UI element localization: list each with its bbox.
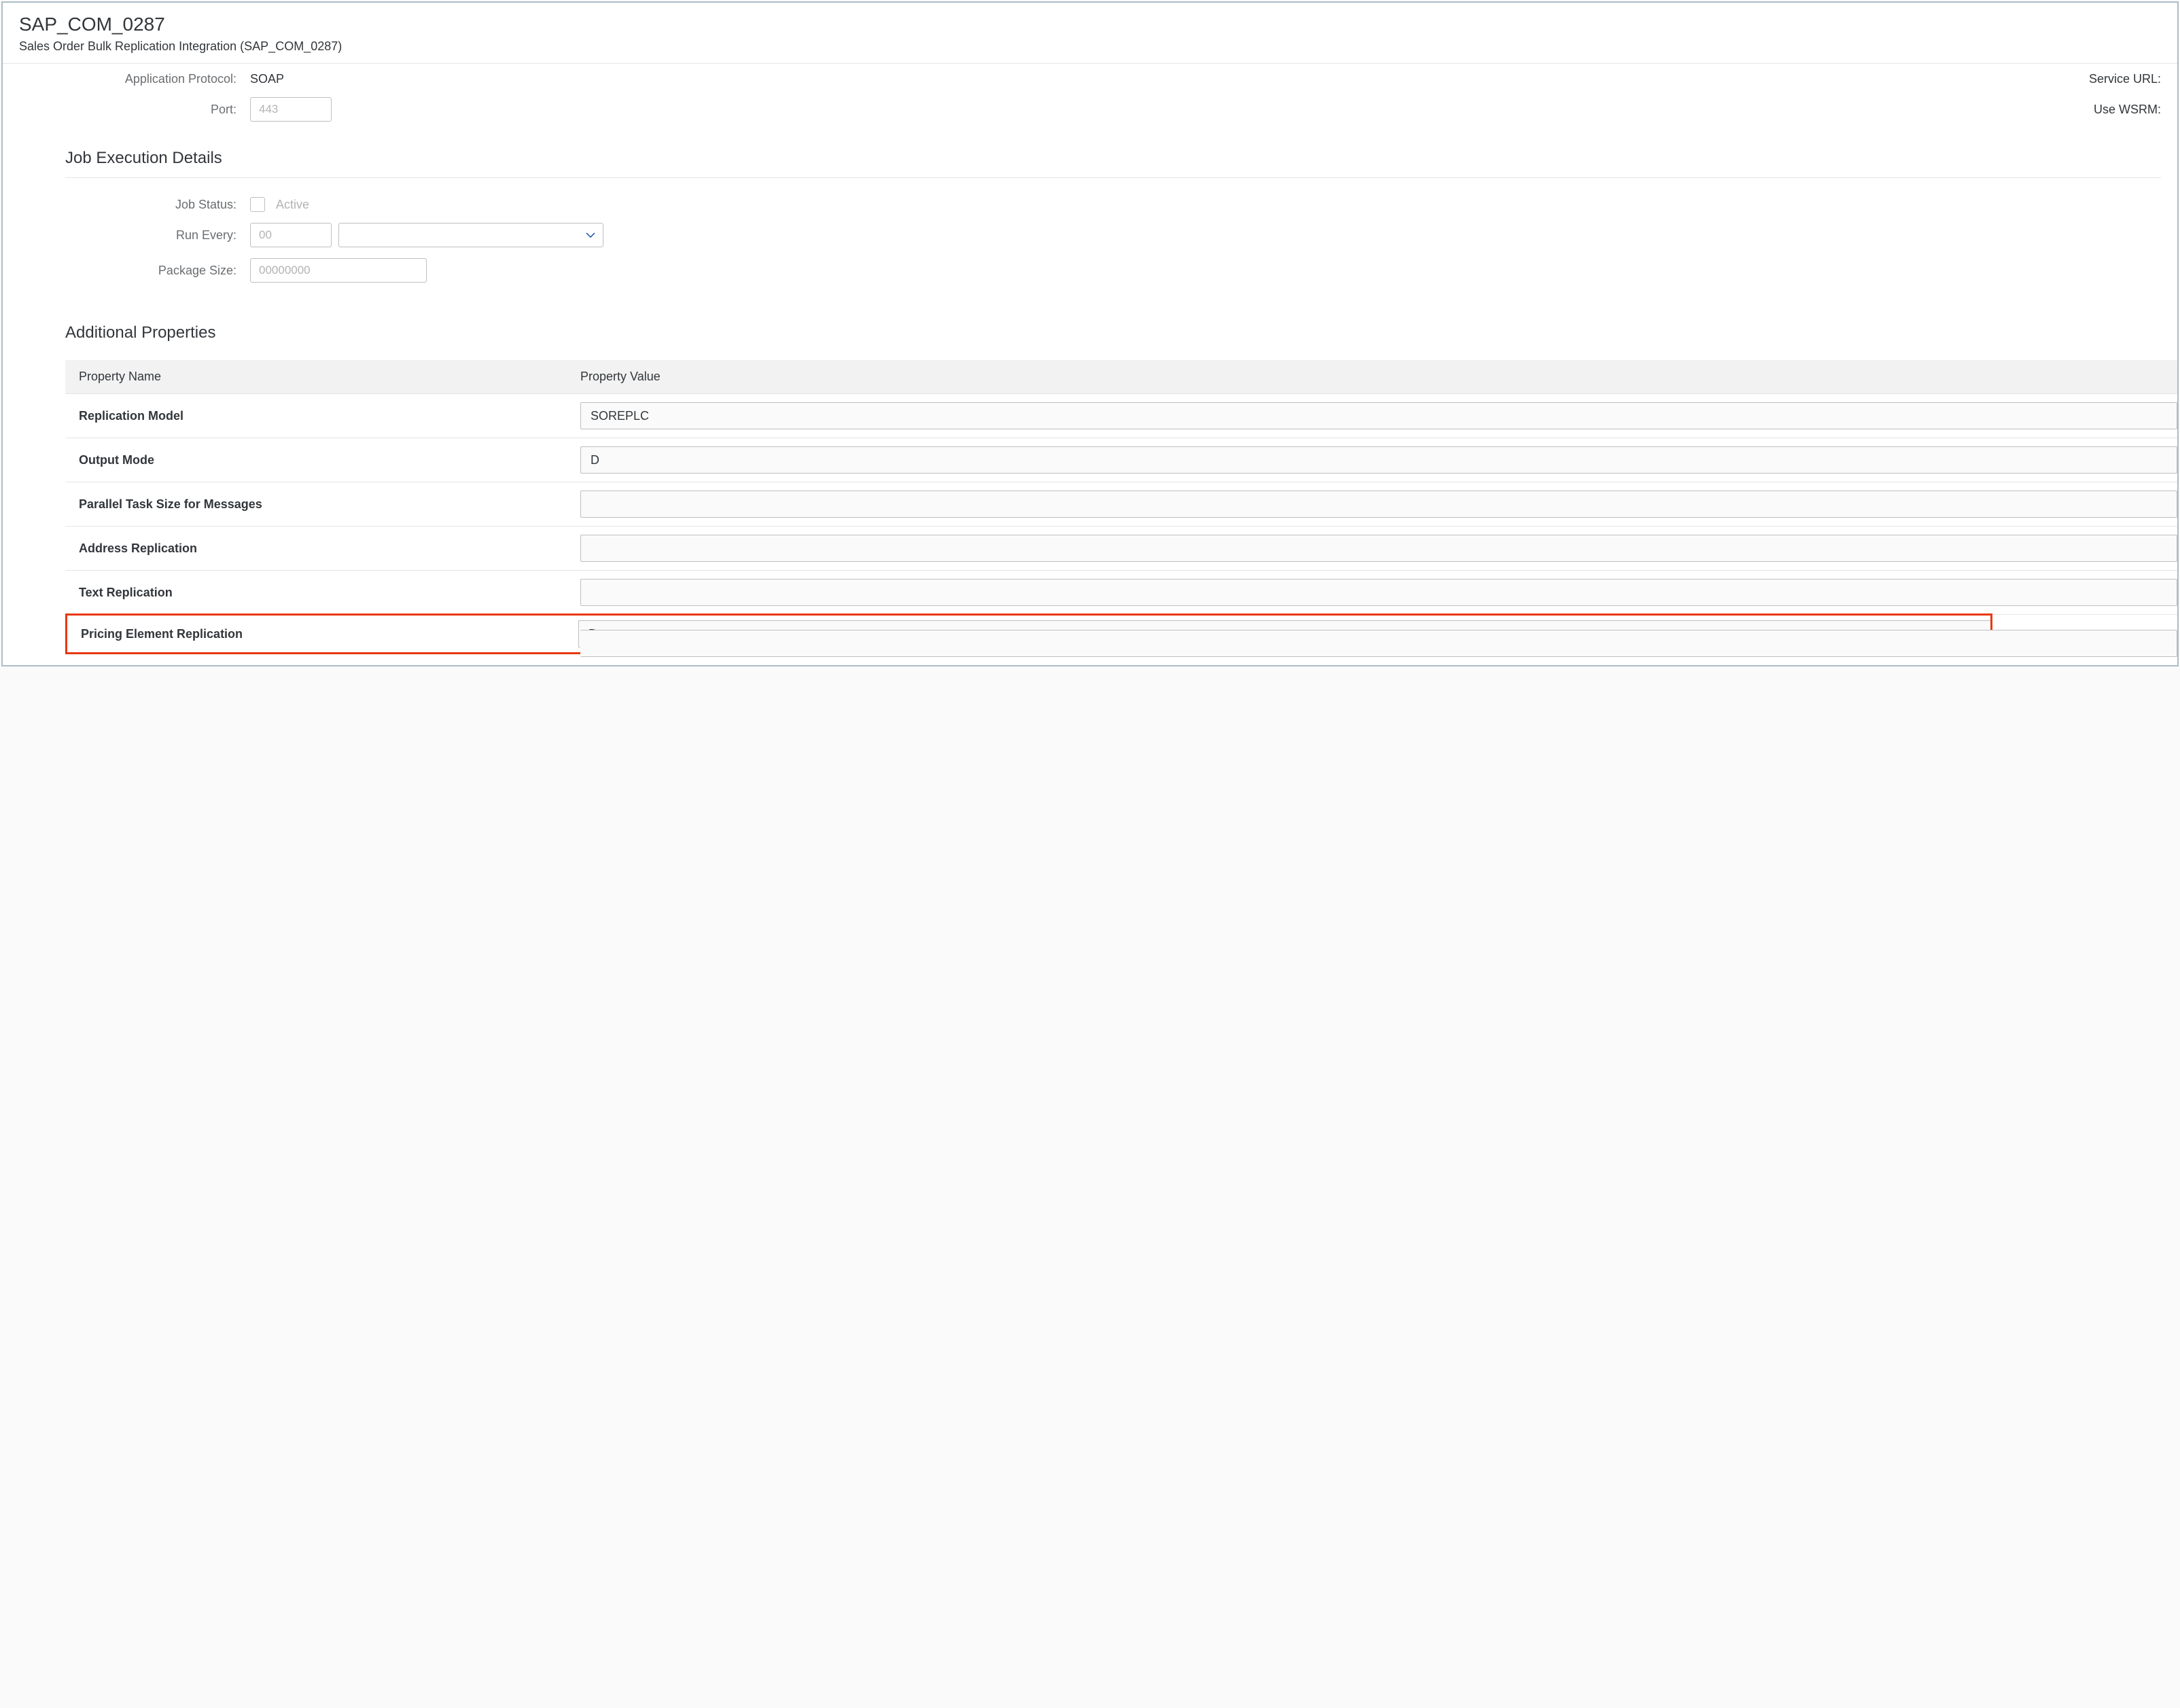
app-protocol-value: SOAP [250,72,284,86]
page-subtitle: Sales Order Bulk Replication Integration… [19,39,2161,54]
row-job-status: Job Status: Active [19,197,2161,212]
row-app-protocol-left: Application Protocol: SOAP [19,72,284,86]
run-every-input[interactable] [250,223,332,247]
run-every-unit-select-wrap [332,223,603,247]
property-row-output-mode: Output Mode [65,438,2177,482]
property-name: Pricing Element Replication [67,627,576,641]
run-every-label: Run Every: [19,228,250,243]
property-value-cell [576,402,2177,429]
use-wsrm-label: Use WSRM: [2094,103,2161,117]
property-value-input-output-mode[interactable] [580,446,2177,474]
job-execution-title: Job Execution Details [3,132,2177,177]
property-value-input-address-replication[interactable] [580,535,2177,562]
service-url-label: Service URL: [2089,72,2161,86]
port-input[interactable] [250,97,332,122]
row-port: Port: Use WSRM: [19,97,2161,122]
col-header-property-value: Property Value [576,370,2177,384]
property-name: Text Replication [65,586,576,600]
property-row-parallel-task-size: Parallel Task Size for Messages [65,482,2177,527]
property-value-cell-overflow [576,630,2177,657]
additional-properties-title: Additional Properties [3,307,2177,352]
property-value-input-overflow[interactable] [580,630,2177,657]
property-row-replication-model: Replication Model [65,394,2177,438]
property-value-input-replication-model[interactable] [580,402,2177,429]
property-value-cell [576,446,2177,474]
page-header: SAP_COM_0287 Sales Order Bulk Replicatio… [3,3,2177,64]
col-header-property-name: Property Name [65,370,576,384]
property-value-cell [576,491,2177,518]
property-value-cell [576,579,2177,606]
property-name: Output Mode [65,453,576,467]
job-status-text: Active [276,198,309,212]
job-status-label: Job Status: [19,198,250,212]
port-label: Port: [19,103,250,117]
row-package-size: Package Size: [19,258,2161,283]
properties-table-header: Property Name Property Value [65,360,2177,394]
run-every-unit-select[interactable] [338,223,603,247]
row-app-protocol: Application Protocol: SOAP Service URL: [19,72,2161,86]
connection-details-section: Application Protocol: SOAP Service URL: … [3,72,2177,122]
property-value-cell [576,535,2177,562]
row-run-every: Run Every: [19,223,2161,247]
job-status-checkbox[interactable] [250,197,265,212]
app-protocol-label: Application Protocol: [19,72,250,86]
property-row-address-replication: Address Replication [65,527,2177,571]
property-value-input-text-replication[interactable] [580,579,2177,606]
app-window: SAP_COM_0287 Sales Order Bulk Replicatio… [1,1,2179,666]
property-value-input-parallel-task-size[interactable] [580,491,2177,518]
package-size-label: Package Size: [19,264,250,278]
property-name: Replication Model [65,409,576,423]
package-size-input[interactable] [250,258,427,283]
job-execution-section: Job Status: Active Run Every: Package Si… [3,178,2177,307]
property-name: Parallel Task Size for Messages [65,497,576,512]
page-title: SAP_COM_0287 [19,14,2161,35]
row-port-left: Port: [19,97,332,122]
content-area: Application Protocol: SOAP Service URL: … [3,64,2177,665]
job-status-checkbox-wrap: Active [250,197,309,212]
property-row-text-replication: Text Replication [65,571,2177,615]
property-name: Address Replication [65,541,576,556]
